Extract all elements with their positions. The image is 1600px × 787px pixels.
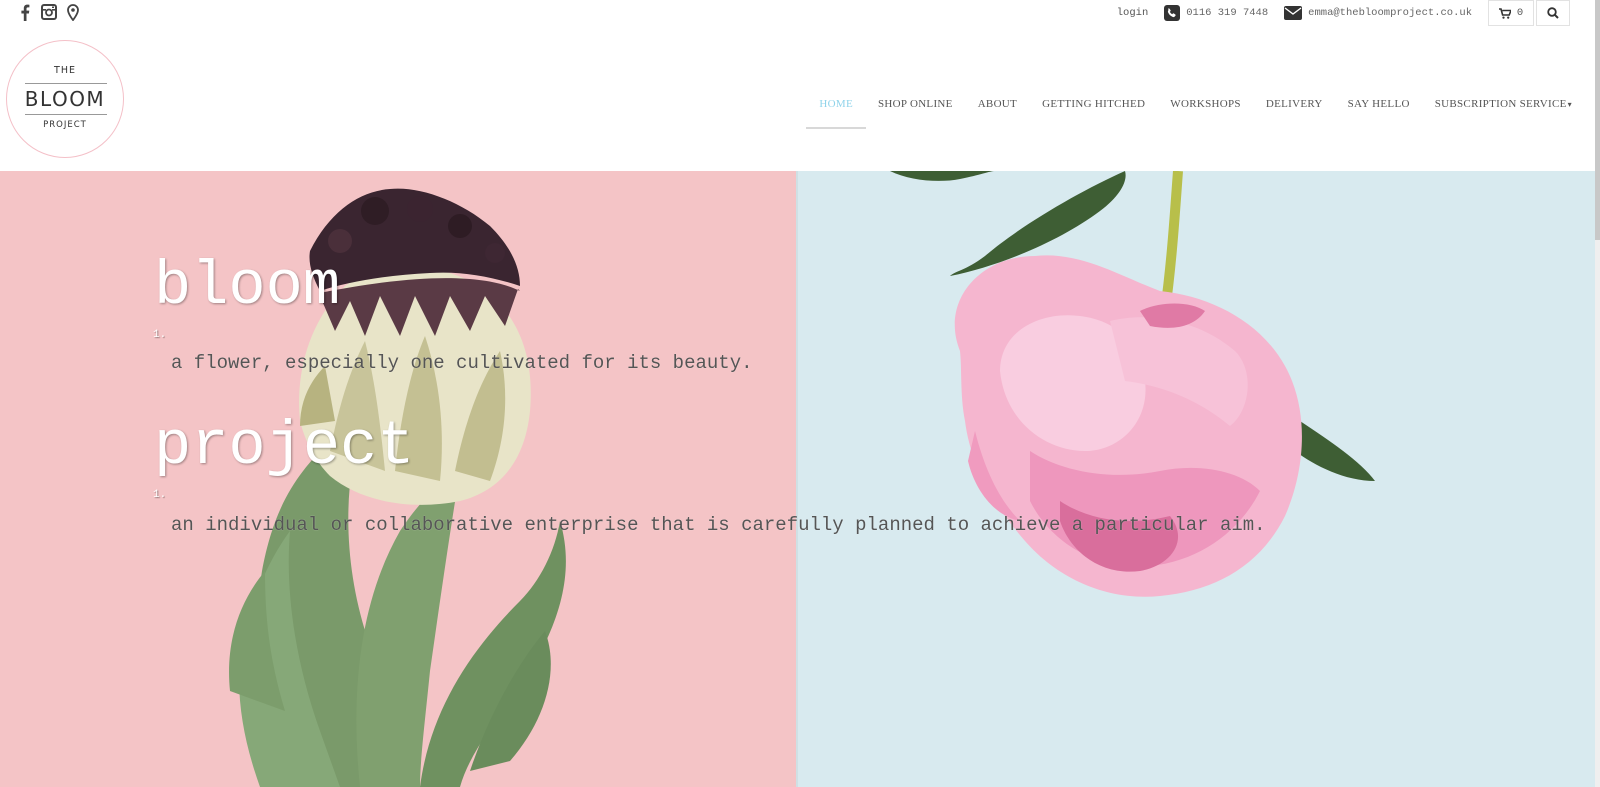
hero-definition-project: an individual or collaborative enterpris… — [171, 514, 1266, 536]
nav-item-shop-online[interactable]: SHOP ONLINE — [878, 98, 953, 110]
search-icon — [1547, 7, 1559, 19]
logo-text-project: PROJECT — [43, 120, 87, 130]
main-nav: HOME SHOP ONLINE ABOUT GETTING HITCHED W… — [794, 98, 1572, 129]
hero-term-bloom: bloom — [154, 251, 341, 322]
logo-divider — [25, 114, 107, 115]
nav-item-about[interactable]: ABOUT — [978, 98, 1017, 110]
email-contact[interactable]: emma@thebloomproject.co.uk — [1284, 6, 1472, 20]
nav-item-label: SUBSCRIPTION SERVICE — [1434, 98, 1567, 110]
definition-number: 1. — [153, 489, 167, 501]
nav-item-subscription-service[interactable]: SUBSCRIPTION SERVICE▾ — [1435, 98, 1572, 110]
utility-links: login 0116 319 7448 emma@thebloomproject… — [1117, 0, 1570, 26]
hero-definition-bloom: a flower, especially one cultivated for … — [171, 352, 753, 374]
nav-item-label: HOME — [819, 98, 853, 110]
nav-item-delivery[interactable]: DELIVERY — [1266, 98, 1323, 110]
cart-icon — [1498, 7, 1511, 19]
map-pin-icon[interactable] — [64, 3, 82, 21]
hero-banner: bloom 1. a flower, especially one cultiv… — [0, 171, 1600, 787]
login-link[interactable]: login — [1117, 7, 1149, 19]
social-links — [16, 3, 82, 21]
phone-number: 0116 319 7448 — [1186, 7, 1269, 19]
logo-divider — [25, 83, 107, 84]
cart-button[interactable]: 0 — [1488, 0, 1534, 26]
cart-count: 0 — [1516, 7, 1524, 19]
scrollbar-thumb[interactable] — [1595, 0, 1600, 240]
hero-term-project: project — [154, 411, 415, 482]
chevron-down-icon: ▾ — [1567, 100, 1572, 109]
definition-number: 1. — [153, 329, 167, 341]
search-button[interactable] — [1536, 0, 1570, 26]
instagram-icon[interactable] — [40, 3, 58, 21]
page-scrollbar[interactable] — [1595, 0, 1600, 787]
nav-item-workshops[interactable]: WORKSHOPS — [1170, 98, 1241, 110]
envelope-icon — [1284, 6, 1303, 20]
logo-text-bloom: BLOOM — [24, 87, 106, 111]
nav-item-getting-hitched[interactable]: GETTING HITCHED — [1042, 98, 1145, 110]
facebook-icon[interactable] — [16, 3, 34, 21]
nav-item-say-hello[interactable]: SAY HELLO — [1348, 98, 1410, 110]
email-address: emma@thebloomproject.co.uk — [1308, 7, 1472, 19]
top-utility-bar: login 0116 319 7448 emma@thebloomproject… — [0, 0, 1600, 30]
site-logo[interactable]: THE BLOOM PROJECT — [6, 40, 124, 158]
phone-contact[interactable]: 0116 319 7448 — [1164, 5, 1268, 21]
phone-icon — [1164, 5, 1181, 21]
active-nav-indicator — [806, 127, 866, 129]
nav-item-home[interactable]: HOME — [806, 98, 866, 129]
logo-text-the: THE — [54, 65, 76, 76]
